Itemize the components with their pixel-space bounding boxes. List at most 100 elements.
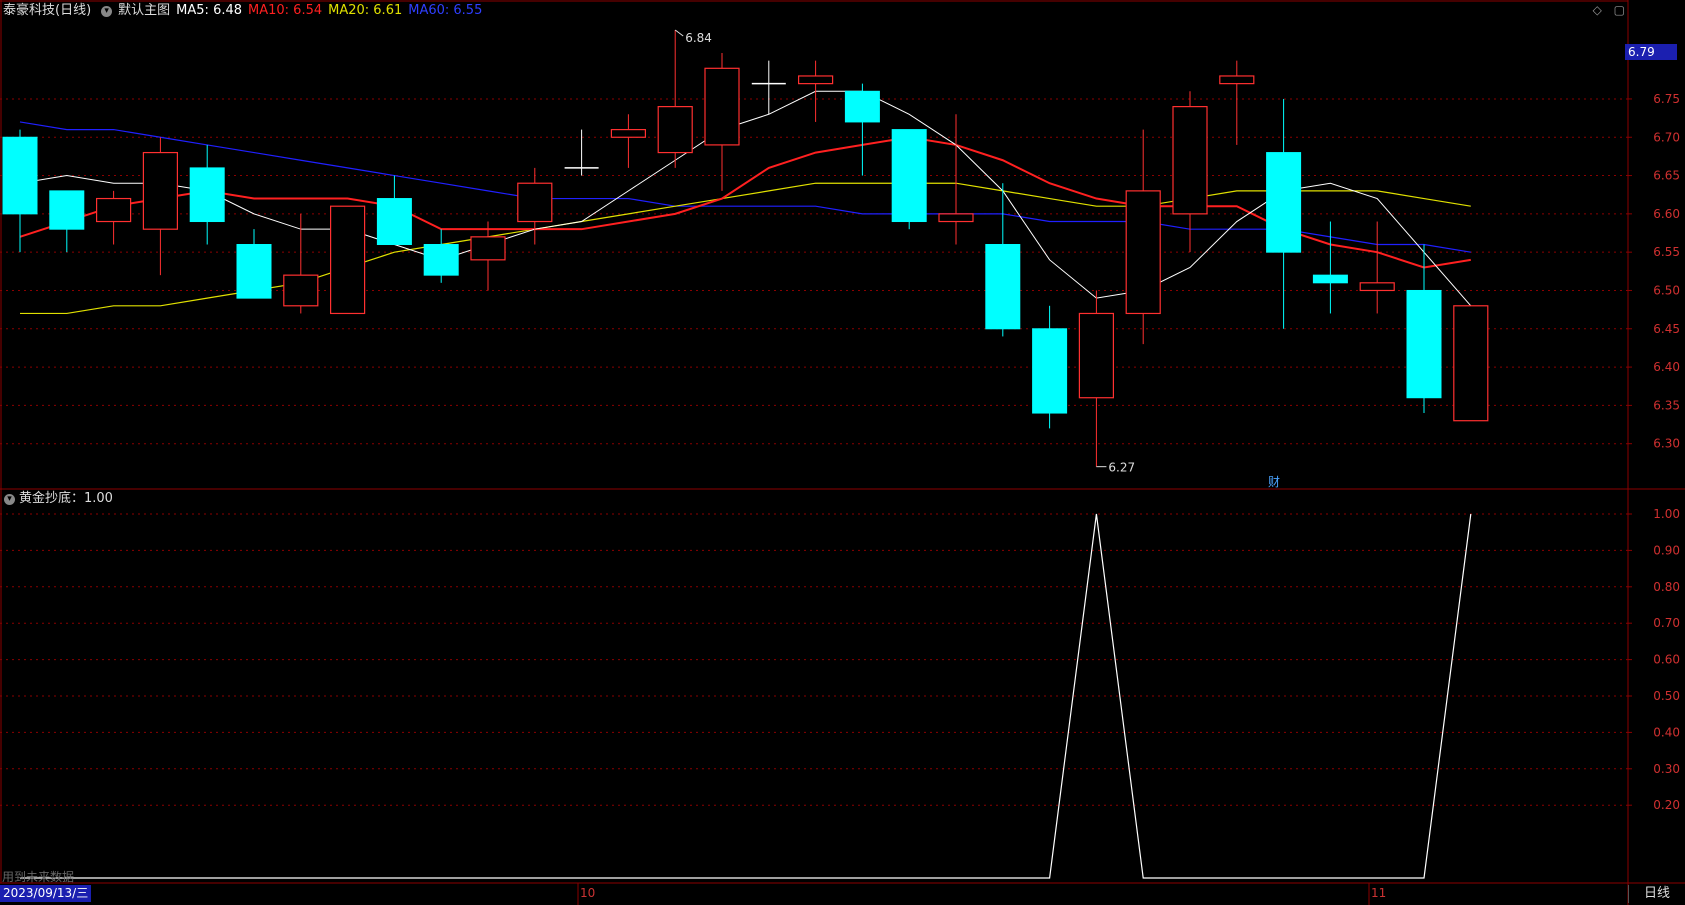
candle [142, 137, 178, 276]
candle [751, 60, 786, 115]
candle-body [704, 67, 740, 146]
candle-body [95, 197, 132, 223]
chevron-down-icon[interactable]: ▾ [101, 5, 113, 17]
indicator-axis-label: 0.70 [1653, 616, 1680, 630]
candle-body [517, 182, 553, 223]
diamond-icon[interactable]: ◇ [1593, 3, 1602, 17]
expand-icon[interactable]: ▢ [1614, 3, 1625, 17]
indicator-axis-label: 0.80 [1653, 580, 1680, 594]
candle-body [49, 190, 85, 230]
candle [1406, 244, 1442, 414]
candle-body [330, 205, 366, 315]
stock-title[interactable]: 泰豪科技(日线) [3, 0, 91, 22]
candle [564, 129, 599, 176]
candle [657, 30, 693, 168]
candle [891, 129, 927, 230]
candle [470, 221, 506, 291]
candle-body [1219, 75, 1255, 85]
candle [1032, 305, 1068, 429]
indicator-axis-label: 0.30 [1653, 762, 1680, 776]
candle-body [985, 244, 1021, 330]
indicator-axis-label: 0.50 [1653, 689, 1680, 703]
price-axis-label: 6.65 [1653, 169, 1680, 183]
candle [1125, 129, 1161, 345]
chart-grid: 6.75 6.70 6.65 6.60 6.55 6.50 6.45 6.40 6.35 6.30… [0, 92, 1680, 905]
ma5-readout: MA5: 6.48 [176, 3, 243, 18]
month-label-11: 11 [1371, 886, 1387, 900]
candle-body [1453, 305, 1489, 422]
indicator-axis-label: 0.90 [1653, 543, 1680, 557]
current-price-tag: 6.79 [1625, 44, 1677, 60]
candle [95, 190, 132, 245]
finance-event-mark[interactable]: 财 [1268, 473, 1280, 490]
candle-body [1359, 282, 1395, 292]
candle [1266, 98, 1302, 329]
candle-body [1078, 312, 1115, 399]
cursor-date: 2023/09/13/三 [0, 885, 92, 902]
price-axis-label: 6.70 [1653, 130, 1680, 144]
candle-body [1172, 106, 1208, 215]
ma60-readout: MA60: 6.55 [408, 3, 483, 18]
stock-chart-canvas[interactable]: 6.75 6.70 6.65 6.60 6.55 6.50 6.45 6.40 6.35 6.30… [0, 0, 1685, 905]
chevron-down-icon[interactable]: ▾ [4, 493, 15, 505]
high-pointer [674, 29, 684, 37]
candle-body [891, 129, 927, 223]
candle [1219, 60, 1255, 145]
candle-body [470, 236, 506, 261]
candle [1078, 290, 1115, 467]
candle-body [1125, 190, 1161, 315]
price-axis-label: 6.30 [1653, 437, 1680, 451]
indicator-axis-label: 0.20 [1653, 798, 1680, 812]
ma10-readout: MA10: 6.54 [248, 3, 323, 18]
high-price-label: 6.84 [685, 31, 712, 45]
candle-body [1266, 152, 1302, 253]
price-axis-label: 6.35 [1653, 398, 1680, 412]
candle-body [938, 213, 974, 223]
price-axis-label: 6.40 [1653, 360, 1680, 374]
indicator-axis-label: 0.60 [1653, 653, 1680, 667]
candle [236, 229, 272, 299]
candle [1453, 305, 1489, 422]
candle-body [236, 244, 272, 299]
indicator-axis-label: 0.40 [1653, 725, 1680, 739]
candle-body [2, 136, 38, 215]
candle-body [1032, 328, 1068, 414]
price-axis-label: 6.50 [1653, 283, 1680, 297]
ma20-readout: MA20: 6.61 [328, 3, 403, 18]
candle [844, 83, 880, 176]
price-axis-label: 6.75 [1653, 92, 1680, 106]
candle [610, 114, 647, 168]
candle-body [283, 274, 319, 307]
candle [49, 190, 85, 253]
candle-body [610, 128, 647, 138]
chart-tools: ◇ ▢ [1585, 3, 1625, 17]
candle-body [142, 151, 178, 230]
indicator-axis-label: 1.00 [1653, 507, 1680, 521]
low-price-label: 6.27 [1108, 461, 1135, 475]
candle-body [1406, 289, 1442, 399]
indicator-label[interactable]: 黄金抄底：1.00 [19, 489, 113, 509]
candle [1359, 221, 1395, 314]
candle-body [376, 198, 412, 246]
indicator-header: ▾ 黄金抄底：1.00 [0, 489, 113, 509]
price-axis-label: 6.55 [1653, 245, 1680, 259]
candle [1172, 91, 1208, 253]
candle-body [1312, 274, 1348, 284]
candle [938, 114, 974, 245]
candle-body [797, 75, 834, 85]
candle-body [189, 167, 225, 223]
ma60-line [19, 121, 1471, 253]
period-selector[interactable]: 日线 [1628, 885, 1685, 903]
candle-body [423, 244, 459, 276]
candle [330, 205, 366, 315]
price-axis-label: 6.45 [1653, 322, 1680, 336]
candle [189, 144, 225, 245]
candle-body [657, 106, 693, 154]
candle-body [844, 90, 880, 123]
candle [704, 52, 740, 191]
candle [985, 183, 1021, 337]
main-chart-header: 泰豪科技(日线) ▾ 默认主图 MA5: 6.48 MA10: 6.54 MA2… [0, 0, 488, 22]
price-axis-label: 6.60 [1653, 207, 1680, 221]
chart-template-label[interactable]: 默认主图 [118, 0, 170, 22]
candle [376, 175, 412, 246]
